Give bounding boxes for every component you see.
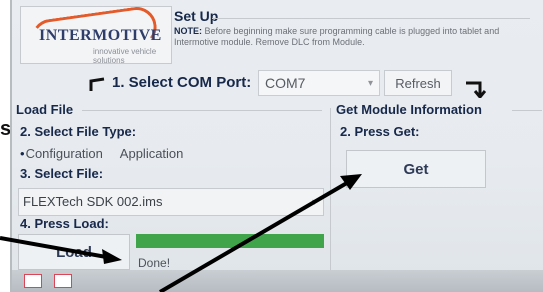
- load-file-group-title: Load File: [16, 102, 74, 117]
- file-type-application-radio[interactable]: Application: [120, 146, 184, 161]
- load-file-divider: [82, 110, 322, 111]
- screen-bezel: [12, 270, 543, 292]
- file-type-configuration-radio[interactable]: Configuration: [20, 146, 103, 161]
- setup-note: NOTE: Before beginning make sure program…: [174, 26, 534, 48]
- taskbar-icon: [54, 274, 72, 288]
- module-info-group-title: Get Module Information: [336, 102, 482, 117]
- file-select-value: FLEXTech SDK 002.ims: [23, 194, 163, 209]
- com-port-label: 1. Select COM Port:: [112, 74, 252, 91]
- com-port-value: COM7: [265, 75, 306, 91]
- note-label: NOTE:: [174, 26, 202, 36]
- setup-divider: [212, 18, 530, 19]
- corner-arrow-right-icon: [466, 81, 486, 98]
- tablet-screen: INTERMOTIVE innovative vehicle solutions…: [10, 0, 543, 292]
- com-port-select[interactable]: COM7 ▾: [258, 70, 380, 96]
- select-file-label: 3. Select File:: [20, 166, 104, 181]
- file-select[interactable]: FLEXTech SDK 002.ims ▾: [18, 188, 324, 216]
- module-info-divider: [512, 110, 542, 111]
- taskbar-icon: [24, 274, 42, 288]
- intermotive-logo: INTERMOTIVE innovative vehicle solutions: [20, 4, 172, 65]
- get-button[interactable]: Get: [346, 150, 486, 188]
- press-get-label: 2. Press Get:: [340, 124, 420, 139]
- load-progress-bar: [136, 234, 324, 248]
- logo-text: INTERMOTIVE: [39, 27, 162, 44]
- chevron-down-icon: ▾: [311, 197, 317, 208]
- load-button[interactable]: Load: [18, 234, 130, 270]
- file-type-options: Configuration Application: [20, 146, 197, 161]
- load-progress-fill: [136, 234, 324, 248]
- press-load-label: 4. Press Load:: [20, 216, 109, 231]
- load-status-text: Done!: [138, 256, 171, 270]
- setup-title: Set Up: [174, 8, 219, 24]
- corner-arrow-left-icon: [89, 77, 105, 91]
- logo-subtext: innovative vehicle solutions: [93, 47, 157, 65]
- refresh-button[interactable]: Refresh: [384, 70, 452, 96]
- select-file-type-label: 2. Select File Type:: [20, 124, 137, 139]
- note-text: Before beginning make sure programming c…: [174, 26, 500, 47]
- chevron-down-icon: ▾: [367, 78, 373, 89]
- group-separator: [330, 108, 331, 270]
